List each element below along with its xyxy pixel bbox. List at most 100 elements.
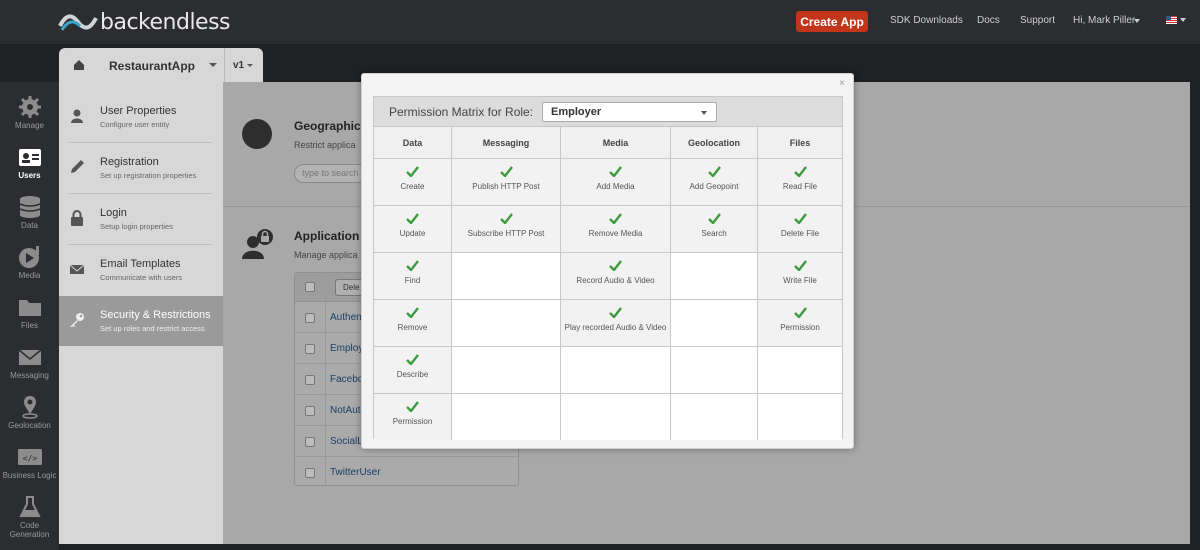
column-header-geolocation: Geolocation (671, 127, 758, 159)
users-icon (18, 149, 41, 166)
checkmark-icon[interactable] (707, 166, 721, 177)
permission-cell[interactable]: Describe (374, 347, 452, 394)
row-checkbox[interactable] (305, 406, 315, 416)
permission-label: Publish HTTP Post (472, 182, 540, 191)
checkmark-icon[interactable] (609, 260, 622, 271)
permission-label: Delete File (780, 229, 820, 238)
permission-cell[interactable]: Record Audio & Video (561, 253, 671, 300)
row-checkbox[interactable] (305, 468, 315, 478)
us-flag-icon[interactable] (1166, 16, 1177, 24)
checkmark-icon[interactable] (793, 166, 807, 177)
row-checkbox[interactable] (305, 313, 315, 323)
roles-section-desc: Manage applica (294, 250, 358, 260)
app-dropdown-caret-icon[interactable] (209, 63, 217, 67)
checkmark-icon[interactable] (406, 401, 419, 412)
nav-label: Business Logic (2, 471, 57, 480)
checkmark-icon[interactable] (609, 213, 622, 224)
empty-cell (671, 394, 758, 440)
role-name[interactable]: Facebo (330, 374, 363, 385)
role-name[interactable]: Authen (330, 312, 362, 323)
app-name[interactable]: RestaurantApp (109, 59, 195, 73)
submenu-desc: Configure user entity (100, 120, 170, 129)
permission-cell[interactable]: Find (374, 253, 452, 300)
checkmark-icon[interactable] (406, 213, 419, 224)
support-link[interactable]: Support (1020, 15, 1055, 26)
checkmark-icon[interactable] (406, 166, 419, 177)
role-name[interactable]: SocialL (330, 436, 363, 447)
checkmark-icon[interactable] (707, 213, 721, 224)
geo-search-input[interactable]: type to search (294, 164, 369, 183)
checkmark-icon[interactable] (793, 213, 807, 224)
matrix-heading: Permission Matrix for Role: (389, 105, 534, 119)
nav-geolocation[interactable]: Geolocation (0, 390, 59, 440)
nav-code-generation[interactable]: Code Generation (0, 490, 59, 546)
envelope-icon (18, 349, 41, 365)
permission-cell[interactable]: Remove Media (561, 206, 671, 253)
submenu-login[interactable]: Login Setup login properties (59, 194, 223, 244)
select-all-checkbox[interactable] (305, 282, 315, 292)
row-checkbox[interactable] (305, 344, 315, 354)
nav-manage[interactable]: Manage (0, 90, 59, 140)
checkmark-icon[interactable] (793, 307, 807, 318)
submenu-security-restrictions[interactable]: Security & Restrictions Set up roles and… (59, 296, 223, 346)
nav-messaging[interactable]: Messaging (0, 340, 59, 390)
close-icon[interactable]: × (839, 78, 845, 89)
permission-cell[interactable]: Subscribe HTTP Post (452, 206, 561, 253)
checkmark-icon[interactable] (406, 354, 419, 365)
permission-cell[interactable]: Update (374, 206, 452, 253)
version-selector[interactable]: v1 (233, 60, 244, 71)
checkmark-icon[interactable] (406, 260, 419, 271)
permission-cell[interactable]: Play recorded Audio & Video (561, 300, 671, 347)
checkmark-icon[interactable] (793, 260, 807, 271)
role-name[interactable]: TwitterUser (330, 467, 381, 478)
permission-cell[interactable]: Publish HTTP Post (452, 159, 561, 206)
nav-users[interactable]: Users (0, 140, 59, 190)
submenu-registration[interactable]: Registration Set up registration propert… (59, 143, 223, 193)
nav-data[interactable]: Data (0, 190, 59, 240)
row-checkbox[interactable] (305, 437, 315, 447)
permission-label: Permission (392, 417, 433, 426)
backendless-logo[interactable]: backendless (58, 9, 231, 35)
submenu-title: Login (100, 207, 127, 219)
submenu-user-properties[interactable]: User Properties Configure user entity (59, 92, 223, 142)
empty-cell (671, 253, 758, 300)
permission-cell[interactable]: Search (671, 206, 758, 253)
checkmark-icon[interactable] (609, 307, 622, 318)
permission-label: Play recorded Audio & Video (564, 323, 667, 332)
permission-cell[interactable]: Remove (374, 300, 452, 347)
chevron-down-icon[interactable] (701, 111, 707, 115)
checkmark-icon[interactable] (499, 166, 513, 177)
permission-cell[interactable]: Create (374, 159, 452, 206)
submenu-email-templates[interactable]: Email Templates Communicate with users (59, 245, 223, 295)
user-menu-link[interactable]: Hi, Mark Piller (1073, 15, 1135, 26)
sdk-downloads-link[interactable]: SDK Downloads (890, 15, 963, 26)
code-icon: </> (17, 449, 42, 465)
user-menu-caret-icon[interactable] (1134, 19, 1140, 23)
language-caret-icon[interactable] (1180, 18, 1186, 22)
svg-text:</>: </> (22, 454, 37, 463)
permission-cell[interactable]: Permission (374, 394, 452, 440)
roles-section-title: Application (294, 229, 360, 243)
create-app-button[interactable]: Create App (796, 11, 868, 32)
version-caret-icon[interactable] (247, 64, 253, 67)
checkmark-icon[interactable] (406, 307, 419, 318)
role-select[interactable]: Employer (542, 102, 717, 122)
home-icon[interactable] (73, 59, 85, 71)
empty-cell (452, 300, 561, 347)
checkmark-icon[interactable] (499, 213, 513, 224)
table-row[interactable]: TwitterUser (295, 458, 518, 488)
permission-cell[interactable]: Add Geopoint (671, 159, 758, 206)
nav-business-logic[interactable]: </> Business Logic (0, 440, 59, 490)
row-checkbox[interactable] (305, 375, 315, 385)
checkmark-icon[interactable] (609, 166, 622, 177)
docs-link[interactable]: Docs (977, 15, 1000, 26)
permission-cell[interactable]: Delete File (758, 206, 842, 253)
permission-cell[interactable]: Write File (758, 253, 842, 300)
permission-cell[interactable]: Add Media (561, 159, 671, 206)
permission-cell[interactable]: Permission (758, 300, 842, 347)
role-name[interactable]: Employ (330, 343, 363, 354)
permission-cell[interactable]: Read File (758, 159, 842, 206)
permission-matrix: Permission Matrix for Role: Employer Dat… (373, 96, 843, 440)
nav-media[interactable]: Media (0, 240, 59, 290)
nav-files[interactable]: Files (0, 290, 59, 340)
